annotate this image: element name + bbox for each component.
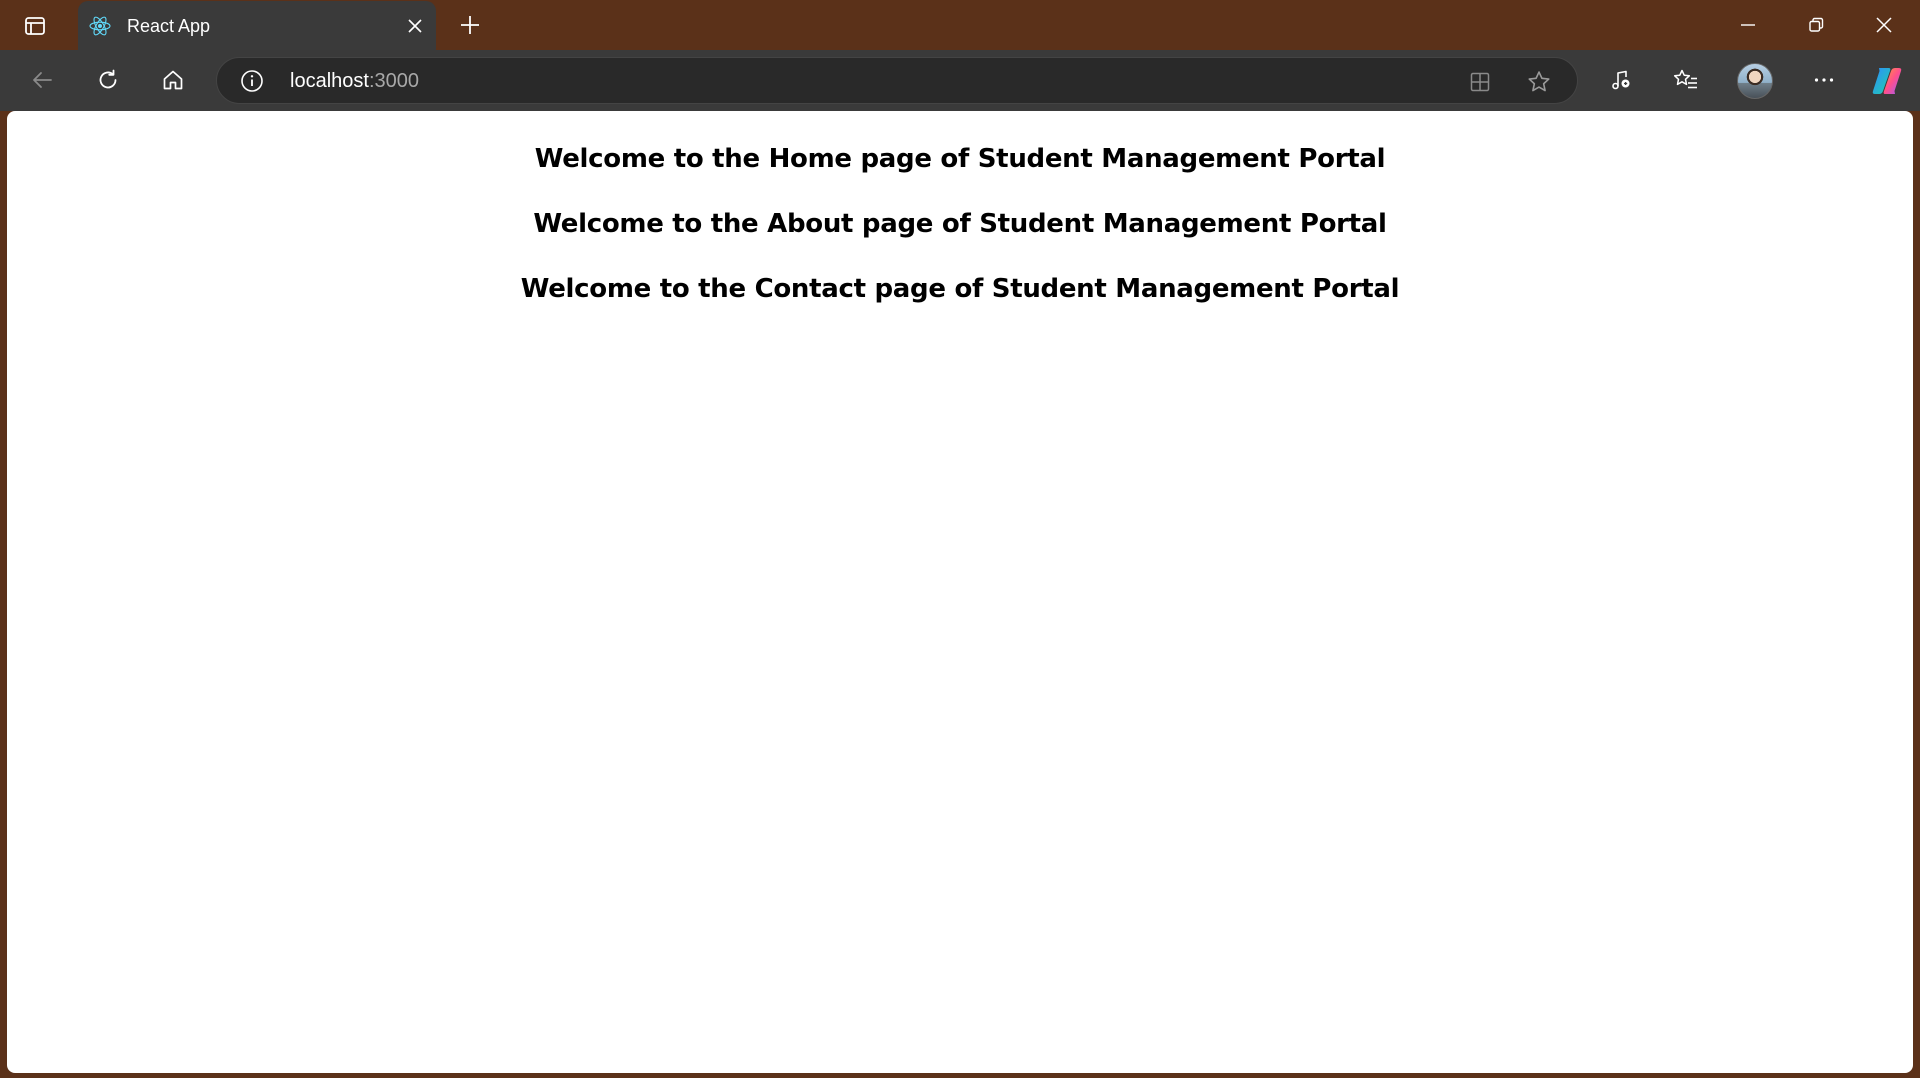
app-available-button[interactable] [1463, 65, 1497, 99]
star-icon [1528, 71, 1550, 92]
music-note-icon [1612, 70, 1630, 90]
close-icon [1876, 17, 1892, 33]
page-viewport: Welcome to the Home page of Student Mana… [7, 111, 1913, 1073]
arrow-left-icon [33, 72, 52, 88]
url-host: localhost [290, 70, 369, 92]
close-icon [408, 19, 422, 33]
settings-and-more-button[interactable] [1804, 60, 1844, 100]
home-heading: Welcome to the Home page of Student Mana… [534, 144, 1386, 174]
site-info-button[interactable] [239, 68, 265, 94]
tab-actions-icon [25, 17, 45, 35]
navigation-toolbar: localhost:3000 [0, 50, 1920, 111]
apps-icon [1470, 72, 1490, 92]
copilot-button[interactable] [1868, 62, 1906, 100]
media-control-button[interactable] [1601, 60, 1641, 100]
address-bar[interactable]: localhost:3000 [216, 57, 1578, 104]
contact-heading: Welcome to the Contact page of Student M… [520, 274, 1400, 304]
info-icon [241, 70, 263, 92]
tab-actions-button[interactable] [16, 10, 54, 42]
refresh-button[interactable] [88, 60, 128, 100]
minimize-icon [1741, 24, 1755, 26]
minimize-button[interactable] [1714, 0, 1782, 50]
add-favorite-button[interactable] [1522, 65, 1556, 99]
home-button[interactable] [153, 60, 193, 100]
refresh-icon [99, 69, 117, 89]
favorites-list-icon [1673, 69, 1697, 89]
new-tab-button[interactable] [452, 8, 488, 42]
plus-icon [461, 16, 479, 34]
react-logo-icon [88, 14, 112, 38]
restore-button[interactable] [1782, 0, 1850, 50]
title-bar: React App [0, 0, 1920, 51]
tab-title: React App [127, 15, 211, 36]
tab-close-button[interactable] [400, 11, 430, 41]
restore-icon [1809, 17, 1824, 32]
about-heading: Welcome to the About page of Student Man… [533, 209, 1387, 239]
browser-window: React App localhost:3000 Welcome to the … [0, 0, 1920, 1078]
url-port: :3000 [368, 70, 419, 92]
home-icon [163, 70, 183, 90]
favorites-button[interactable] [1666, 60, 1706, 100]
close-window-button[interactable] [1850, 0, 1918, 50]
tab-react-app[interactable]: React App [78, 1, 436, 51]
copilot-icon [1872, 68, 1902, 94]
more-icon [1814, 78, 1834, 82]
profile-avatar[interactable] [1737, 63, 1773, 99]
page-content: Welcome to the Home page of Student Mana… [7, 111, 1913, 306]
url-text[interactable]: localhost:3000 [290, 70, 419, 93]
back-button[interactable] [22, 60, 62, 100]
